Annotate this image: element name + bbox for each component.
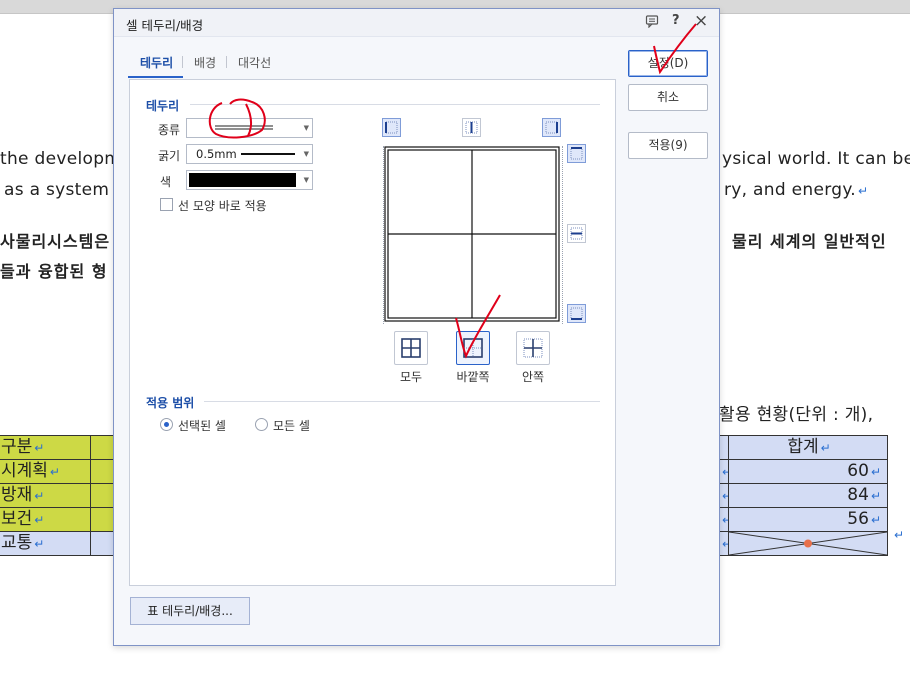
red-annotation-marks	[208, 23, 697, 359]
